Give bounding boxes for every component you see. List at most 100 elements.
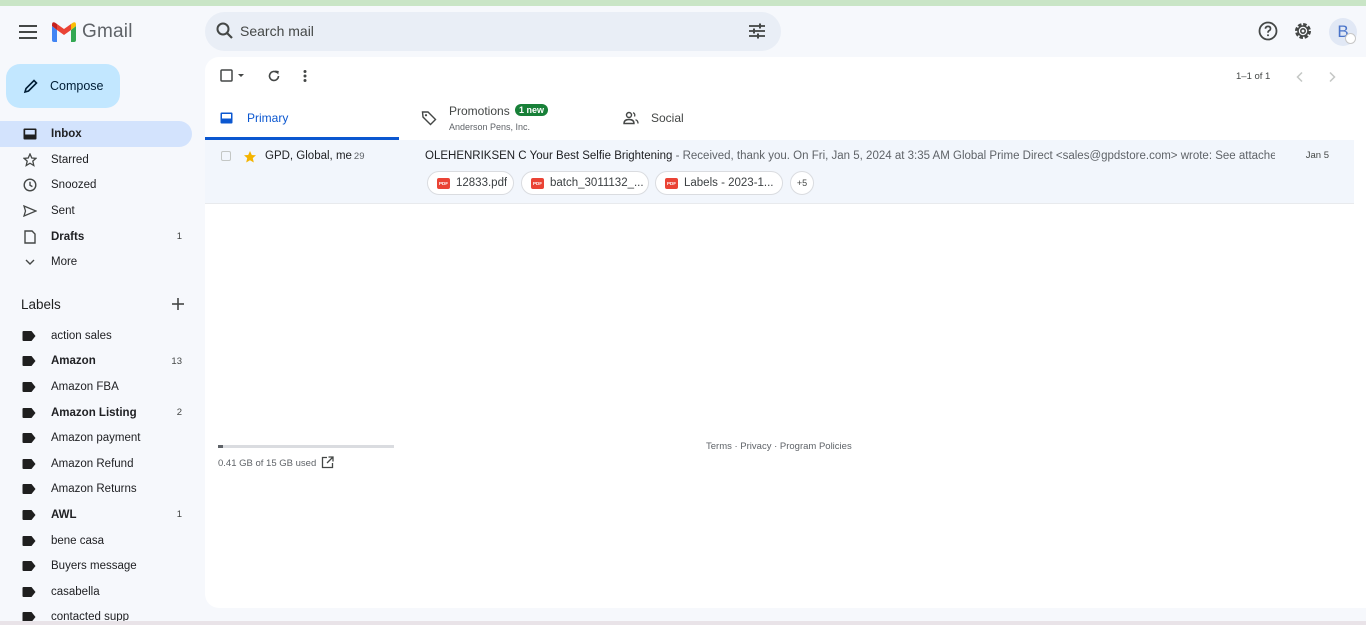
sidebar-item-label: Sent bbox=[51, 204, 75, 217]
label-icon bbox=[22, 535, 36, 546]
label-item[interactable]: bene casa bbox=[0, 528, 192, 554]
label-item[interactable]: Amazon FBA bbox=[0, 374, 192, 400]
help-icon[interactable] bbox=[1257, 20, 1279, 42]
gmail-logo[interactable]: Gmail bbox=[51, 20, 133, 44]
email-sender: GPD, Global, me 29 bbox=[265, 150, 365, 162]
label-count: 1 bbox=[176, 509, 182, 521]
label-item[interactable]: Amazon Returns bbox=[0, 477, 192, 503]
label-name: Buyers message bbox=[51, 560, 137, 573]
older-button[interactable] bbox=[1327, 70, 1337, 84]
email-row[interactable]: GPD, Global, me 29 OLEHENRIKSEN C Your Be… bbox=[205, 140, 1354, 204]
label-icon bbox=[22, 509, 36, 520]
sidebar-item-label: More bbox=[51, 256, 78, 269]
label-item[interactable]: AWL 1 bbox=[0, 502, 192, 528]
inbox-icon bbox=[220, 112, 233, 124]
label-name: Amazon FBA bbox=[51, 380, 119, 393]
checkbox-select-icon bbox=[220, 69, 244, 82]
label-name: Amazon Listing bbox=[51, 406, 137, 419]
open-in-new-icon[interactable] bbox=[321, 456, 334, 469]
main-menu-button[interactable] bbox=[14, 18, 42, 46]
email-subject-line: OLEHENRIKSEN C Your Best Selfie Brighten… bbox=[425, 150, 1275, 162]
label-item[interactable]: Amazon Refund bbox=[0, 451, 192, 477]
label-count: 2 bbox=[176, 407, 182, 419]
email-snippet: - Received, thank you. On Fri, Jan 5, 20… bbox=[672, 150, 1275, 162]
label-item[interactable]: Buyers message bbox=[0, 553, 192, 579]
label-icon bbox=[22, 458, 36, 469]
label-item[interactable]: casabella bbox=[0, 579, 192, 605]
browser-top-strip bbox=[0, 0, 1366, 6]
attachment-name: batch_3011132_... bbox=[550, 177, 644, 189]
pdf-icon: PDF bbox=[531, 177, 544, 189]
select-checkbox[interactable] bbox=[220, 69, 246, 83]
add-label-icon[interactable] bbox=[170, 296, 186, 312]
newer-button[interactable] bbox=[1295, 70, 1305, 84]
search-bar[interactable] bbox=[205, 12, 781, 51]
label-name: action sales bbox=[51, 329, 112, 342]
sidebar-item-sent[interactable]: Sent bbox=[0, 198, 192, 224]
promotions-sender-preview: Anderson Pens, Inc. bbox=[449, 122, 531, 132]
attachment-name: 12833.pdf bbox=[456, 177, 508, 189]
sidebar-item-snoozed[interactable]: Snoozed bbox=[0, 172, 192, 198]
pdf-icon: PDF bbox=[437, 177, 450, 189]
star-icon[interactable] bbox=[243, 150, 257, 164]
label-icon bbox=[22, 586, 36, 597]
sidebar-item-inbox[interactable]: Inbox bbox=[0, 121, 192, 147]
sidebar-item-label: Starred bbox=[51, 153, 89, 166]
sidebar-item-more[interactable]: More bbox=[0, 249, 192, 275]
label-item[interactable]: Amazon payment bbox=[0, 425, 192, 451]
sidebar-nav: Inbox Starred Snoozed Sent Drafts 1 More bbox=[0, 121, 192, 275]
tab-label: Social bbox=[651, 111, 684, 125]
clock-icon bbox=[22, 177, 38, 193]
search-input[interactable] bbox=[240, 20, 740, 42]
thread-count: 29 bbox=[353, 151, 365, 162]
label-count: 13 bbox=[171, 355, 182, 367]
pagination-text: 1–1 of 1 bbox=[1236, 71, 1271, 82]
sidebar-item-label: Inbox bbox=[51, 127, 82, 140]
sidebar-item-label: Drafts bbox=[51, 230, 85, 243]
chevron-left-icon bbox=[1296, 71, 1303, 83]
attachment-chip[interactable]: PDF 12833.pdf bbox=[427, 171, 514, 195]
gmail-m-icon bbox=[52, 22, 76, 42]
label-name: casabella bbox=[51, 585, 100, 598]
label-icon bbox=[22, 356, 36, 367]
label-item[interactable]: action sales bbox=[0, 323, 192, 349]
more-attachments-chip[interactable]: +5 bbox=[790, 171, 814, 195]
label-name: Amazon bbox=[51, 355, 96, 368]
attachment-name: Labels - 2023-1... bbox=[684, 177, 774, 189]
sidebar-item-label: Snoozed bbox=[51, 179, 97, 192]
label-item[interactable]: Amazon Listing 2 bbox=[0, 400, 192, 426]
more-vert-icon bbox=[303, 70, 307, 82]
new-badge: 1 new bbox=[515, 104, 549, 116]
compose-label: Compose bbox=[50, 79, 104, 93]
attachment-chip[interactable]: PDF Labels - 2023-1... bbox=[655, 171, 783, 195]
sidebar-item-starred[interactable]: Starred bbox=[0, 147, 192, 173]
compose-button[interactable]: Compose bbox=[6, 64, 120, 108]
tab-primary[interactable]: Primary bbox=[205, 97, 399, 140]
window-bottom-edge bbox=[0, 621, 1366, 625]
email-subject: OLEHENRIKSEN C Your Best Selfie Brighten… bbox=[425, 150, 673, 162]
label-name: Amazon payment bbox=[51, 432, 141, 445]
search-options-icon[interactable] bbox=[747, 21, 767, 41]
sidebar-item-drafts[interactable]: Drafts 1 bbox=[0, 224, 192, 250]
label-item[interactable]: Amazon 13 bbox=[0, 349, 192, 375]
settings-icon[interactable] bbox=[1292, 20, 1314, 42]
labels-heading: Labels bbox=[21, 297, 61, 312]
storage-usage-text: 0.41 GB of 15 GB used bbox=[218, 458, 317, 469]
search-icon[interactable] bbox=[215, 21, 235, 41]
labels-list: action sales Amazon 13 Amazon FBA Amazon Lis… bbox=[0, 323, 192, 625]
chevron-down-icon bbox=[22, 254, 38, 270]
storage-bar-fill bbox=[218, 445, 223, 448]
attachment-chip[interactable]: PDF batch_3011132_... bbox=[521, 171, 649, 195]
email-checkbox[interactable] bbox=[221, 151, 231, 161]
footer-links[interactable]: Terms · Privacy · Program Policies bbox=[706, 441, 852, 452]
people-icon bbox=[623, 111, 639, 125]
more-options-button[interactable] bbox=[303, 69, 307, 83]
pdf-icon: PDF bbox=[665, 177, 678, 189]
label-icon bbox=[22, 484, 36, 495]
label-name: AWL bbox=[51, 508, 77, 521]
inbox-icon bbox=[22, 126, 38, 142]
refresh-button[interactable] bbox=[267, 69, 281, 83]
tab-promotions[interactable]: Promotions bbox=[399, 97, 609, 140]
hamburger-icon bbox=[19, 25, 37, 39]
tab-social[interactable]: Social bbox=[609, 97, 809, 140]
